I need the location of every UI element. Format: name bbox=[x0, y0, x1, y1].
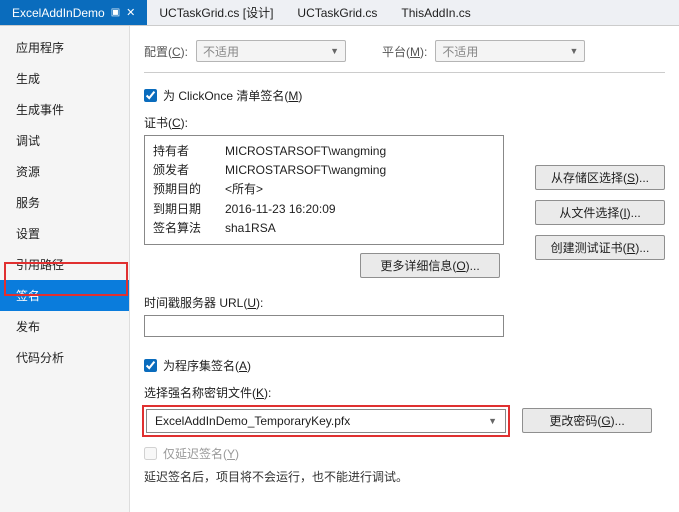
close-icon[interactable]: ✕ bbox=[126, 6, 135, 19]
chevron-down-icon: ▼ bbox=[569, 46, 578, 56]
config-label: 配置(C): bbox=[144, 43, 188, 60]
sign-clickonce-checkbox[interactable] bbox=[144, 89, 157, 102]
sidebar-item-4[interactable]: 资源 bbox=[0, 156, 129, 187]
tab-item[interactable]: UCTaskGrid.cs [设计] bbox=[147, 0, 285, 25]
timestamp-url-input[interactable] bbox=[144, 315, 504, 337]
select-from-file-button[interactable]: 从文件选择(I)... bbox=[535, 200, 665, 225]
sidebar-item-2[interactable]: 生成事件 bbox=[0, 94, 129, 125]
highlight-box-keyfile: ExcelAddInDemo_TemporaryKey.pfx ▼ bbox=[142, 405, 510, 437]
settings-sidebar: 应用程序生成生成事件调试资源服务设置引用路径签名发布代码分析 bbox=[0, 26, 130, 512]
sidebar-item-8[interactable]: 签名 bbox=[0, 280, 129, 311]
chevron-down-icon: ▼ bbox=[488, 416, 497, 426]
tab-active[interactable]: ExcelAddInDemo ▣ ✕ bbox=[0, 0, 147, 25]
create-test-cert-button[interactable]: 创建测试证书(R)... bbox=[535, 235, 665, 260]
tab-item[interactable]: UCTaskGrid.cs bbox=[285, 0, 389, 25]
cert-info-box: 持有者MICROSTARSOFT\wangming 颁发者MICROSTARSO… bbox=[144, 135, 504, 245]
sidebar-item-10[interactable]: 代码分析 bbox=[0, 342, 129, 373]
chevron-down-icon: ▼ bbox=[330, 46, 339, 56]
keyfile-label: 选择强名称密钥文件(K): bbox=[144, 384, 665, 401]
tab-label: ExcelAddInDemo bbox=[12, 6, 105, 20]
content-panel: 配置(C): 不适用▼ 平台(M): 不适用▼ 为 ClickOnce 清单签名… bbox=[130, 26, 679, 512]
sign-clickonce-label: 为 ClickOnce 清单签名(M) bbox=[163, 87, 302, 104]
change-password-button[interactable]: 更改密码(G)... bbox=[522, 408, 652, 433]
keyfile-dropdown[interactable]: ExcelAddInDemo_TemporaryKey.pfx ▼ bbox=[146, 409, 506, 433]
select-from-store-button[interactable]: 从存储区选择(S)... bbox=[535, 165, 665, 190]
timestamp-label: 时间戳服务器 URL(U): bbox=[144, 294, 665, 311]
sidebar-item-9[interactable]: 发布 bbox=[0, 311, 129, 342]
sign-assembly-label: 为程序集签名(A) bbox=[163, 357, 251, 374]
sidebar-item-0[interactable]: 应用程序 bbox=[0, 32, 129, 63]
pin-icon[interactable]: ▣ bbox=[111, 7, 120, 18]
sidebar-item-1[interactable]: 生成 bbox=[0, 63, 129, 94]
delay-sign-label: 仅延迟签名(Y) bbox=[163, 445, 239, 462]
sidebar-item-6[interactable]: 设置 bbox=[0, 218, 129, 249]
sidebar-item-3[interactable]: 调试 bbox=[0, 125, 129, 156]
config-dropdown: 不适用▼ bbox=[196, 40, 346, 62]
delay-sign-checkbox bbox=[144, 447, 157, 460]
sidebar-item-5[interactable]: 服务 bbox=[0, 187, 129, 218]
delay-sign-note: 延迟签名后，项目将不会运行，也不能进行调试。 bbox=[144, 468, 665, 485]
platform-dropdown: 不适用▼ bbox=[435, 40, 585, 62]
tab-item[interactable]: ThisAddIn.cs bbox=[389, 0, 482, 25]
more-details-button[interactable]: 更多详细信息(O)... bbox=[360, 253, 500, 278]
tab-bar: ExcelAddInDemo ▣ ✕ UCTaskGrid.cs [设计] UC… bbox=[0, 0, 679, 26]
sign-assembly-checkbox[interactable] bbox=[144, 359, 157, 372]
platform-label: 平台(M): bbox=[382, 43, 427, 60]
sidebar-item-7[interactable]: 引用路径 bbox=[0, 249, 129, 280]
